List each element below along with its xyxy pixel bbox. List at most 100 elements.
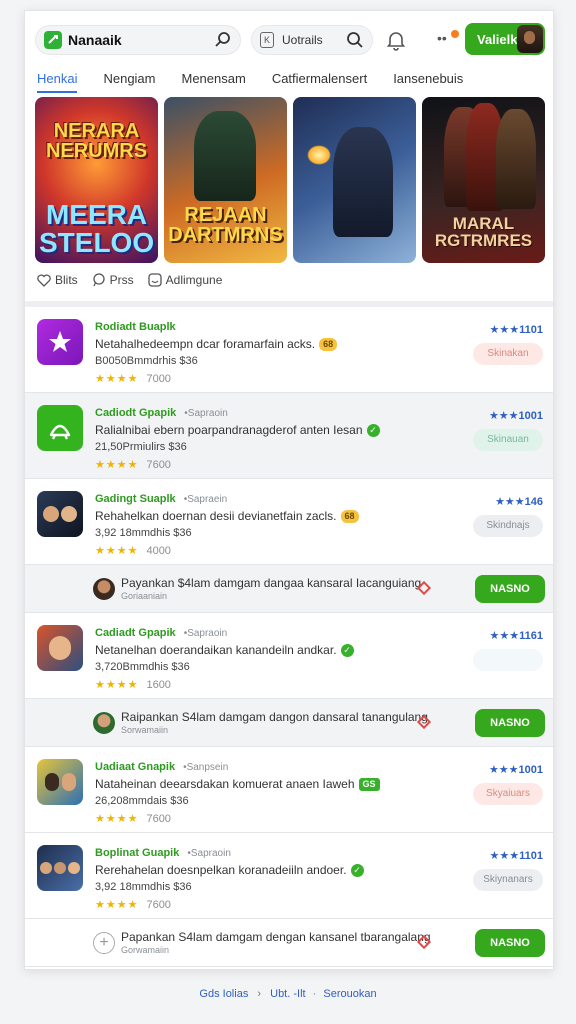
account-button[interactable]: Valielk <box>465 23 545 55</box>
footer-dash: · <box>312 988 317 1000</box>
category-tabs: Henkai Nengiam Menensam Catfiermalensert… <box>37 69 489 99</box>
app-action-button[interactable]: Skinauan <box>473 429 543 451</box>
comment-icon <box>93 273 105 287</box>
app-logo-icon <box>44 31 62 49</box>
avatar <box>517 25 543 53</box>
gunner-figure <box>333 127 393 237</box>
promo-subtext: Goriaaniain <box>121 591 168 601</box>
banner-3[interactable] <box>293 97 416 263</box>
app-meta: 3,92 18mmdhis $36 <box>95 527 192 539</box>
press-action[interactable]: Prss <box>92 273 134 287</box>
app-action-button[interactable]: Skyaiuars <box>473 783 543 805</box>
app-title: Cadiodt Gpapik •Sapraoin <box>95 407 228 419</box>
like-action[interactable]: Blits <box>37 273 78 287</box>
guys-app-icon <box>37 759 83 805</box>
tab-henkai[interactable]: Henkai <box>37 69 78 99</box>
app-title: Boplinat Guapik •Sapraoin <box>95 847 231 859</box>
notification-dot <box>451 30 459 38</box>
banner-4[interactable]: MARAL RGTRMRES <box>422 97 545 263</box>
verified-badge: ✓ <box>340 643 354 657</box>
more-dots-icon[interactable]: •• <box>437 31 447 45</box>
app-title: Cadiadt Gpapik •Sapraoin <box>95 627 228 639</box>
star-rating: ★★★★ 7000 <box>95 373 171 385</box>
app-search-bar[interactable]: Nanaaik <box>35 25 241 55</box>
list-item[interactable]: Gadingt Suaplk •Sapraein Rehahelkan doern… <box>25 479 553 565</box>
promo-row[interactable]: + Papankan S4lam damgam dengan kansanel … <box>25 919 553 967</box>
list-item[interactable]: Cadiadt Gpapik •Sapraoin Netanelhan doera… <box>25 613 553 699</box>
avatar <box>93 578 115 600</box>
tab-iansenebuis[interactable]: Iansenebuis <box>393 69 463 99</box>
promo-button[interactable]: NASNO <box>475 709 545 737</box>
list-item[interactable]: Uadiaat Gnapik •Sanpsein Nataheinan deear… <box>25 747 553 833</box>
list-item[interactable]: Boplinat Guapik •Sapraoin Rerehahelan doe… <box>25 833 553 919</box>
app-action-button[interactable]: Skiynanars <box>473 869 543 891</box>
app-action-button[interactable]: Skinakan <box>473 343 543 365</box>
app-title: Rodiadt Buaplk <box>95 321 176 333</box>
soldier-figure <box>194 111 256 201</box>
tab-catfiermalensert[interactable]: Catfiermalensert <box>272 69 367 99</box>
promo-row[interactable]: Payankan $4lam damgam dangaa kansaral Ia… <box>25 565 553 613</box>
muzzle-flash <box>307 145 331 165</box>
promo-button[interactable]: NASNO <box>475 575 545 603</box>
rating-score: ★★★1101 <box>489 324 543 336</box>
account-label: Valielk <box>477 31 518 47</box>
armored-figure-right <box>496 109 536 209</box>
app-title: Gadingt Suaplk •Sapraein <box>95 493 228 505</box>
plus-circle-icon: + <box>93 932 115 954</box>
tab-menensam[interactable]: Menensam <box>182 69 246 99</box>
bell-icon[interactable] <box>385 29 407 51</box>
list-item[interactable]: Rodiadt Buaplk Netahalhedeempn dcar fora… <box>25 307 553 393</box>
star-rating: ★★★★ 7600 <box>95 899 171 911</box>
app-description: Netanelhan doerandaikan kanandeiln andka… <box>95 643 354 657</box>
app-meta: 3,92 18mmdhis $36 <box>95 881 192 893</box>
star-app-icon <box>37 319 83 365</box>
promo-text: Payankan $4lam damgam dangaa kansaral Ia… <box>121 576 422 590</box>
app-description: Nataheinan deearsdakan komuerat anaen Ia… <box>95 777 380 791</box>
footer-separator: › <box>257 988 262 1000</box>
crowd-app-icon <box>37 845 83 891</box>
featured-banners: NERARA NERUMRS MEERA STELOO REJAAN DARTM… <box>35 97 545 263</box>
app-meta: 26,208mmdais $36 <box>95 795 189 807</box>
app-meta: 21,50Prmiulirs $36 <box>95 441 187 453</box>
app-badge: 68 <box>319 337 338 351</box>
promo-subtext: Sorwamaiin <box>121 725 169 735</box>
tab-nengiam[interactable]: Nengiam <box>103 69 155 99</box>
list-item[interactable]: Cadiodt Gpapik •Sapraoin Ralialnibai eber… <box>25 393 553 479</box>
search-icon[interactable] <box>214 31 232 49</box>
more-action[interactable]: Adlimgune <box>148 273 223 287</box>
app-action-button[interactable] <box>473 649 543 671</box>
banner-4-title: MARAL RGTRMRES <box>434 214 533 250</box>
promo-button[interactable]: NASNO <box>475 929 545 957</box>
app-description: Netahalhedeempn dcar foramarfain acks. 68 <box>95 337 338 351</box>
people-app-icon <box>37 491 83 537</box>
avatar <box>93 712 115 734</box>
emoji-icon <box>148 273 162 287</box>
magnifier-icon[interactable] <box>346 31 364 49</box>
banner-2[interactable]: REJAAN DARTMRNS <box>164 97 287 263</box>
search-label: Uotrails <box>282 33 323 47</box>
app-description: Rehahelkan doernan desii devianetfain za… <box>95 509 359 523</box>
promo-subtext: Gorwamaiin <box>121 945 170 955</box>
footer-link-right[interactable]: Serouokan <box>323 988 376 1000</box>
app-action-button[interactable]: Skindnajs <box>473 515 543 537</box>
footer-link-mid[interactable]: Ubt. -Ilt <box>270 988 305 1000</box>
app-badge: GS <box>358 777 380 791</box>
banner-1[interactable]: NERARA NERUMRS MEERA STELOO <box>35 97 158 263</box>
verified-badge: ✓ <box>366 423 380 437</box>
heart-icon <box>37 273 51 287</box>
rating-score: ★★★1101 <box>489 850 543 862</box>
app-meta: 3,720Bmmdhis $36 <box>95 661 190 673</box>
secondary-search[interactable]: K Uotrails <box>251 25 373 55</box>
footer-link-left[interactable]: Gds Iolias <box>199 988 248 1000</box>
bowl-app-icon <box>37 405 83 451</box>
keyboard-shortcut-icon: K <box>260 32 274 48</box>
promo-text: Raipankan S4lam damgam dangon dansaral t… <box>121 710 428 724</box>
more-label: Adlimgune <box>165 273 223 287</box>
star-rating: ★★★★ 7600 <box>95 459 171 471</box>
app-name: Nanaaik <box>68 32 122 48</box>
rating-score: ★★★1001 <box>488 764 543 776</box>
app-meta: B0050Bmmdrhis $36 <box>95 355 198 367</box>
rating-score: ★★★1001 <box>488 410 543 422</box>
star-rating: ★★★★ 7600 <box>95 813 171 825</box>
promo-row[interactable]: Raipankan S4lam damgam dangon dansaral t… <box>25 699 553 747</box>
